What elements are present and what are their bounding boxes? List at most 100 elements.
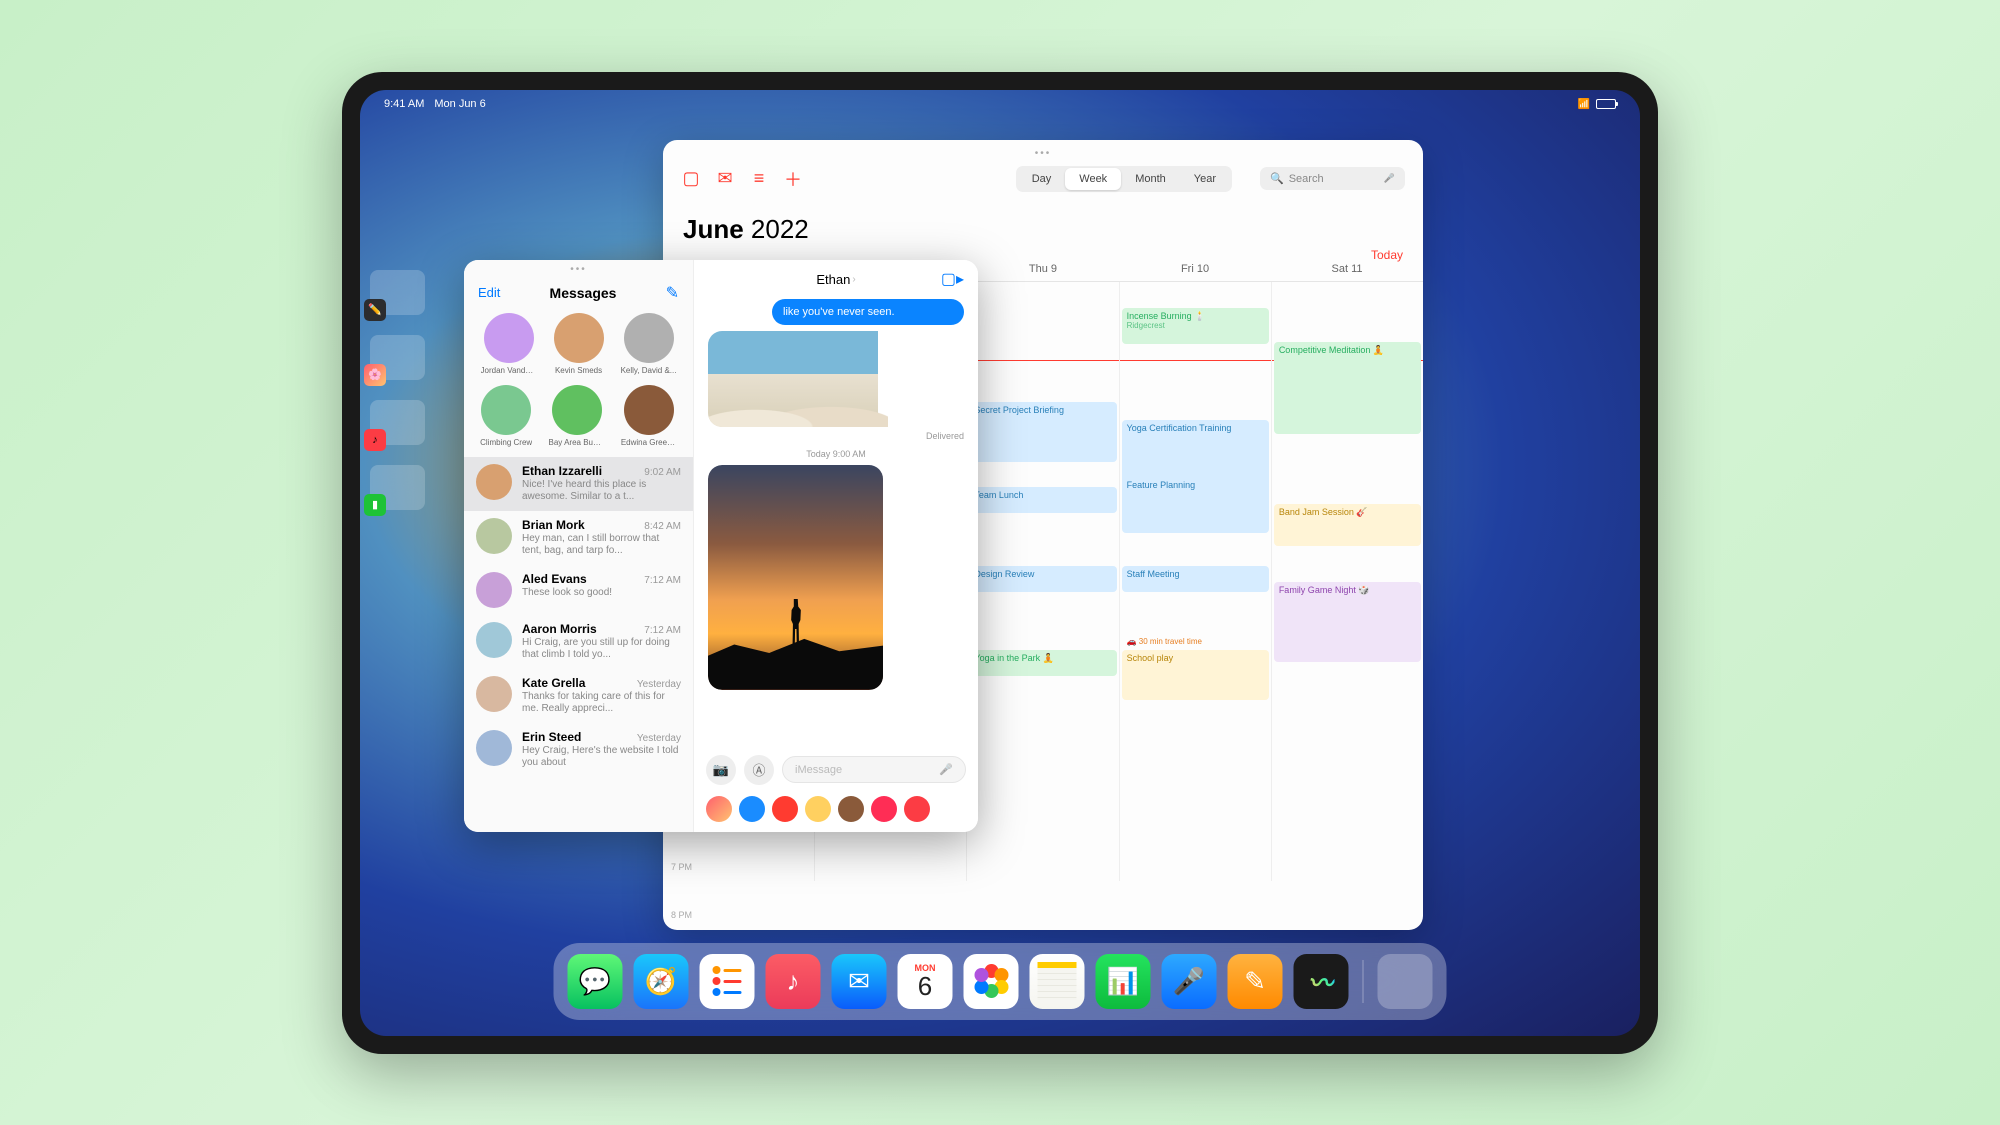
avatar	[481, 385, 531, 435]
calendar-view-segment[interactable]: Day Week Month Year	[1016, 166, 1232, 192]
pinned-conversation[interactable]: Edwina Greena...	[621, 385, 677, 447]
calendar-column[interactable]: Competitive Meditation 🧘 Band Jam Session…	[1272, 282, 1423, 881]
conversation-name: Kate Grella	[522, 676, 585, 690]
calendar-today-icon[interactable]: ▢	[681, 169, 701, 189]
calendar-search-input[interactable]: 🔍 Search	[1260, 167, 1405, 190]
pinned-conversation[interactable]: Kelly, David &...	[621, 313, 677, 375]
status-date: Mon Jun 6	[434, 98, 485, 110]
dock-app-library-icon[interactable]	[1378, 954, 1433, 1009]
conversation-time: Yesterday	[637, 733, 681, 744]
window-handle-icon[interactable]: •••	[464, 260, 693, 275]
calendar-hour-labels: 7 PM 8 PM	[671, 862, 692, 920]
calendar-event[interactable]: Band Jam Session 🎸	[1274, 504, 1421, 546]
calendar-event[interactable]: Competitive Meditation 🧘	[1274, 342, 1421, 434]
view-day[interactable]: Day	[1018, 168, 1066, 190]
conversation-item[interactable]: Aaron Morris7:12 AMHi Craig, are you sti…	[464, 615, 693, 669]
dock-photos-icon[interactable]	[964, 954, 1019, 1009]
calendar-event[interactable]: School play	[1122, 650, 1269, 700]
stage-item-numbers[interactable]: ▮	[370, 465, 425, 510]
conversation-item[interactable]: Kate GrellaYesterdayThanks for taking ca…	[464, 669, 693, 723]
calendar-column[interactable]: Secret Project Briefing Team Lunch Design …	[967, 282, 1119, 881]
conversation-name: Erin Steed	[522, 730, 581, 744]
calendar-event[interactable]: Yoga in the Park 🧘	[969, 650, 1116, 676]
app-store-icon[interactable]	[739, 796, 765, 822]
dock-messages-icon[interactable]: 💬	[568, 954, 623, 1009]
pinned-name: Climbing Crew	[480, 438, 532, 447]
compose-icon[interactable]: ✎	[666, 283, 679, 303]
message-input[interactable]: iMessage🎤	[782, 756, 966, 783]
dock-pages-icon[interactable]: ✎	[1228, 954, 1283, 1009]
calendar-event[interactable]: Team Lunch	[969, 487, 1116, 513]
dock-numbers-icon[interactable]: 📊	[1096, 954, 1151, 1009]
dock-procreate-icon[interactable]: 〰	[1294, 954, 1349, 1009]
app-memoji-icon[interactable]	[805, 796, 831, 822]
calendar-event[interactable]: 🚗 30 min travel time	[1122, 634, 1269, 648]
conversation-item[interactable]: Erin SteedYesterdayHey Craig, Here's the…	[464, 723, 693, 777]
window-handle-icon[interactable]: •••	[1035, 148, 1052, 159]
conversation-name: Ethan Izzarelli	[522, 464, 602, 478]
app-fitness-icon[interactable]	[871, 796, 897, 822]
conversation-time: 7:12 AM	[644, 575, 681, 586]
calendar-event[interactable]: Secret Project Briefing	[969, 402, 1116, 462]
calendar-toolbar: ▢ ✉ ≡ ＋ Day Week Month Year 🔍 Search	[663, 154, 1423, 204]
app-music-icon[interactable]	[904, 796, 930, 822]
view-year[interactable]: Year	[1180, 168, 1230, 190]
imessage-app-strip[interactable]	[694, 793, 978, 832]
calendar-event[interactable]: Family Game Night 🎲	[1274, 582, 1421, 662]
dock-notes-icon[interactable]	[1030, 954, 1085, 1009]
dictate-icon[interactable]: 🎤	[939, 763, 953, 776]
stage-item-photos[interactable]: 🌸	[370, 335, 425, 380]
app-audio-icon[interactable]	[772, 796, 798, 822]
delivered-label: Delivered	[708, 431, 964, 441]
chevron-right-icon: ›	[852, 274, 855, 285]
dock-safari-icon[interactable]: 🧭	[634, 954, 689, 1009]
pinned-conversation[interactable]: Kevin Smeds	[554, 313, 604, 375]
app-memoji-2-icon[interactable]	[838, 796, 864, 822]
conversation-time: 9:02 AM	[644, 467, 681, 478]
conversation-item[interactable]: Aled Evans7:12 AMThese look so good!	[464, 565, 693, 615]
pinned-conversation[interactable]: Bay Area Budd...	[549, 385, 605, 447]
edit-button[interactable]: Edit	[478, 285, 500, 300]
conversation-body[interactable]: like you've never seen. Delivered Today …	[694, 299, 978, 747]
calendar-add-icon[interactable]: ＋	[783, 169, 803, 189]
app-photos-icon[interactable]	[706, 796, 732, 822]
conversation-preview: Hey man, can I still borrow that tent, b…	[522, 533, 681, 558]
conversation-item[interactable]: Ethan Izzarelli9:02 AMNice! I've heard t…	[464, 457, 693, 511]
calendar-event[interactable]: Feature Planning	[1122, 477, 1269, 533]
dock-calendar-icon[interactable]: MON 6	[898, 954, 953, 1009]
calendar-event[interactable]: Incense Burning 🕯️Ridgecrest	[1122, 308, 1269, 344]
calendar-event[interactable]: Design Review	[969, 566, 1116, 592]
conversation-time: Yesterday	[637, 679, 681, 690]
messages-window[interactable]: ••• Edit Messages ✎ Jordan VandnaisKevin…	[464, 260, 978, 832]
messages-sidebar: ••• Edit Messages ✎ Jordan VandnaisKevin…	[464, 260, 694, 832]
conversation-name[interactable]: Ethan	[816, 272, 850, 287]
avatar	[554, 313, 604, 363]
apps-icon[interactable]: Ⓐ	[744, 755, 774, 785]
stage-item-freeform[interactable]: ✏️	[370, 270, 425, 315]
calendar-inbox-icon[interactable]: ✉	[715, 169, 735, 189]
calendar-event[interactable]: Yoga Certification Training	[1122, 420, 1269, 484]
pinned-name: Kevin Smeds	[555, 366, 602, 375]
conversation-item[interactable]: Brian Mork8:42 AMHey man, can I still bo…	[464, 511, 693, 565]
dock-separator	[1363, 960, 1364, 1003]
dock-reminders-icon[interactable]	[700, 954, 755, 1009]
calendar-column[interactable]: Incense Burning 🕯️Ridgecrest Yoga Certifi…	[1120, 282, 1272, 881]
calendar-list-icon[interactable]: ≡	[749, 169, 769, 189]
facetime-icon[interactable]: ▢▸	[941, 269, 964, 289]
view-month[interactable]: Month	[1121, 168, 1180, 190]
calendar-today-button[interactable]: Today	[1371, 248, 1403, 262]
camera-icon[interactable]: 📷	[706, 755, 736, 785]
dock-music-icon[interactable]: ♪	[766, 954, 821, 1009]
avatar	[476, 622, 512, 658]
stage-item-music[interactable]: ♪	[370, 400, 425, 445]
message-bubble-sent[interactable]: like you've never seen.	[772, 299, 964, 325]
conversation-header[interactable]: Ethan › ▢▸	[694, 260, 978, 299]
pinned-conversation[interactable]: Climbing Crew	[480, 385, 532, 447]
view-week[interactable]: Week	[1065, 168, 1121, 190]
calendar-event[interactable]: Staff Meeting	[1122, 566, 1269, 592]
message-image-sunset[interactable]	[708, 465, 964, 690]
message-image-desert[interactable]	[708, 331, 964, 427]
dock-keynote-icon[interactable]: 🎤	[1162, 954, 1217, 1009]
dock-mail-icon[interactable]: ✉	[832, 954, 887, 1009]
pinned-conversation[interactable]: Jordan Vandnais	[481, 313, 537, 375]
